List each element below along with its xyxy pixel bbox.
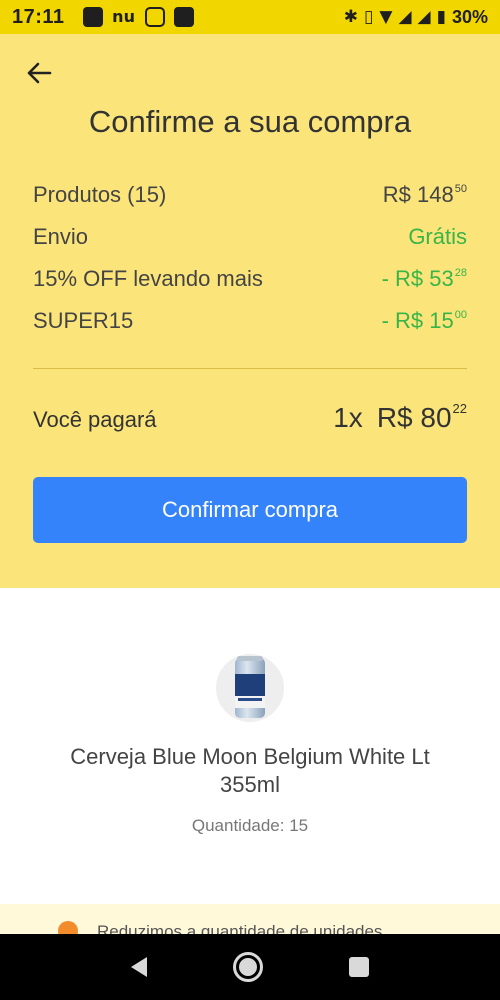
notification-icons: nu [82,7,194,27]
product-section: Cerveja Blue Moon Belgium White Lt 355ml… [0,588,500,904]
summary-value: Grátis [408,224,467,249]
notice-text: Reduzimos a quantidade de unidades [97,922,383,934]
nav-home-icon[interactable] [233,952,263,982]
total-value: 1x R$ 8022 [333,400,467,434]
summary-label: 15% OFF levando mais [33,266,263,291]
summary-label: Envio [33,224,89,249]
status-time: 17:11 [12,5,65,28]
message-icon [82,7,103,27]
summary-label: Produtos (15) [33,182,167,207]
purchase-summary-panel: Confirme a sua compra Produtos (15) R$ 1… [0,34,500,588]
summary-row-products: Produtos (15) R$ 14850 [33,182,467,208]
total-label: Você pagará [33,407,157,432]
square-icon [173,7,194,27]
nav-recents-icon[interactable] [349,957,369,977]
signal-icon: ◢ [417,7,431,27]
battery-icon: ▮ [436,7,446,27]
divider [33,368,467,369]
confirm-purchase-button[interactable]: Confirmar compra [33,477,467,543]
arrow-left-icon [27,62,52,84]
navigation-bar [0,934,500,1000]
summary-row-coupon: SUPER15 - R$ 1500 [33,308,467,334]
summary-value: - R$ 5328 [381,266,467,291]
summary-row-discount: 15% OFF levando mais - R$ 5328 [33,266,467,292]
product-name: Cerveja Blue Moon Belgium White Lt 355ml [70,744,430,797]
back-button[interactable] [22,58,56,88]
app-icon [144,7,165,27]
bluetooth-icon: ✱ [343,7,359,27]
summary-value: - R$ 1500 [381,308,467,333]
beer-can-icon [235,656,265,718]
system-icons: ✱ ▯ ▼ ◢ ◢ ▮ 30% [344,7,488,28]
summary-value: R$ 14850 [382,182,467,207]
battery-percent: 30% [451,6,488,27]
installments: 1x [333,402,363,433]
quantity-notice: Reduzimos a quantidade de unidades [0,904,500,934]
product-quantity: Quantidade: 15 [191,816,309,835]
wifi-icon: ▼ [379,7,393,27]
total-row: Você pagará 1x R$ 8022 [33,400,467,434]
product-thumbnail [216,654,284,722]
total-amount: R$ 8022 [376,400,467,433]
status-bar: 17:11 nu ✱ ▯ ▼ ◢ ◢ ▮ 30% [0,0,500,34]
summary-label: SUPER15 [33,308,134,333]
page-title: Confirme a sua compra [88,104,412,139]
signal-icon: ◢ [398,7,412,27]
nu-icon: nu [112,7,135,26]
nav-back-icon[interactable] [131,957,147,977]
summary-row-shipping: Envio Grátis [33,224,467,250]
vibrate-icon: ▯ [364,7,374,27]
warning-icon [58,921,78,934]
